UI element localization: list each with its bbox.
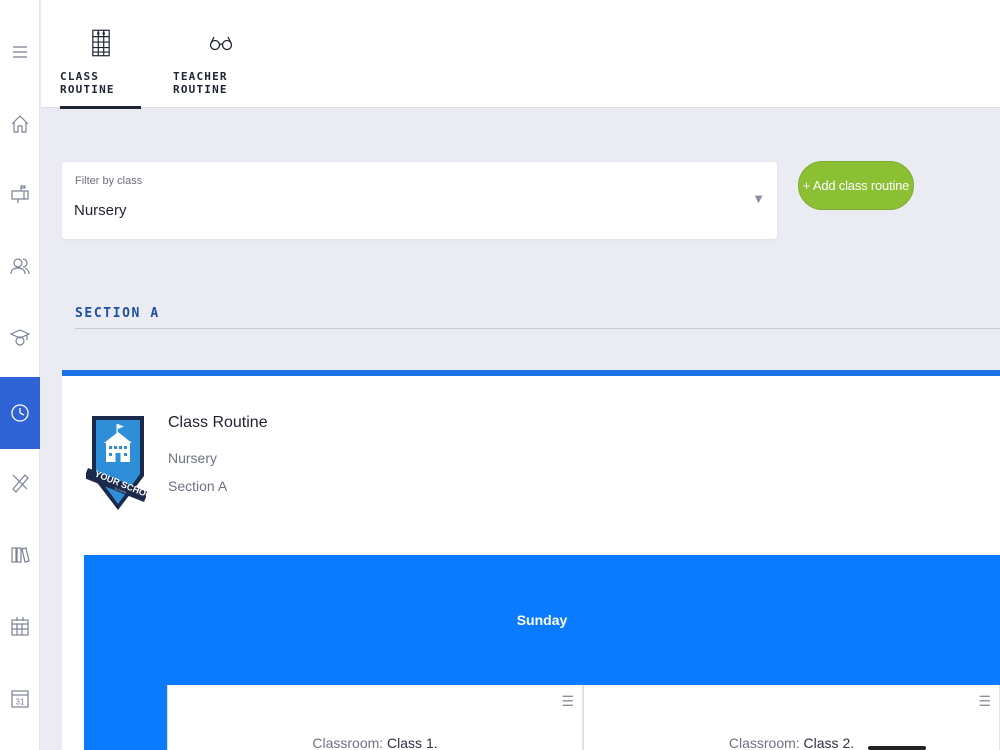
filter-value: Nursery bbox=[74, 202, 127, 219]
routine-card: YOUR SCHOOL SLOGAN Class Routine Nursery… bbox=[62, 370, 1000, 750]
slot-classroom: Classroom: Class 1. bbox=[168, 735, 582, 750]
day-label: Sunday bbox=[516, 612, 568, 628]
day-header: Sunday bbox=[84, 555, 1000, 685]
tab-label: CLASS ROUTINE bbox=[60, 70, 115, 96]
sidebar-item-home[interactable] bbox=[0, 102, 40, 146]
glasses-icon bbox=[208, 26, 234, 60]
slot-menu-icon[interactable]: ☰ bbox=[561, 693, 574, 710]
tab-teacher-routine[interactable]: TEACHER ROUTINE bbox=[173, 0, 268, 108]
classroom-label: Classroom: bbox=[728, 735, 800, 750]
sidebar-item-exams[interactable] bbox=[0, 460, 40, 504]
routine-slot: ☰ Classroom: Class 1. bbox=[167, 685, 583, 750]
routine-title: Class Routine bbox=[168, 414, 268, 431]
sidebar-item-attendance[interactable] bbox=[0, 604, 40, 648]
sidebar-item-calendar[interactable]: 31 bbox=[0, 676, 40, 720]
clock-icon bbox=[11, 404, 29, 422]
routine-slot: ☰ Classroom: Class 2. bbox=[583, 685, 1000, 750]
caret-down-icon: ▼ bbox=[752, 191, 765, 206]
calendar-day-number: 31 bbox=[16, 698, 25, 707]
sidebar-item-users[interactable] bbox=[0, 244, 40, 288]
add-class-routine-button[interactable]: + Add class routine bbox=[798, 161, 914, 210]
calendar-grid-icon bbox=[11, 617, 29, 636]
slot-classroom: Classroom: Class 2. bbox=[584, 735, 999, 750]
section-title: SECTION A bbox=[75, 306, 160, 321]
sidebar-item-routine[interactable] bbox=[0, 377, 40, 449]
classroom-label: Classroom: bbox=[312, 735, 384, 750]
slot-menu-icon[interactable]: ☰ bbox=[978, 693, 991, 710]
sidebar-item-library[interactable] bbox=[0, 532, 40, 576]
menu-toggle-button[interactable] bbox=[0, 30, 40, 74]
classroom-value: Class 1. bbox=[387, 735, 438, 750]
users-icon bbox=[10, 258, 30, 275]
row-gutter bbox=[84, 685, 167, 750]
mailbox-icon bbox=[11, 185, 29, 203]
class-filter-select[interactable]: Filter by class Nursery ▼ bbox=[62, 162, 777, 239]
school-logo: YOUR SCHOOL SLOGAN bbox=[86, 416, 150, 510]
home-icon bbox=[11, 115, 29, 133]
section-divider bbox=[75, 328, 1000, 329]
books-icon bbox=[11, 547, 30, 563]
routine-section: Section A bbox=[168, 478, 228, 494]
scroll-indicator bbox=[868, 746, 926, 750]
routine-class: Nursery bbox=[168, 450, 218, 466]
tab-class-routine[interactable]: CLASS ROUTINE bbox=[60, 0, 141, 109]
top-tab-bar: CLASS ROUTINE TEACHER ROUTINE bbox=[41, 0, 1000, 109]
sidebar: 31 bbox=[0, 0, 40, 750]
pencil-ruler-icon bbox=[12, 474, 29, 493]
hamburger-icon bbox=[13, 46, 27, 58]
sidebar-item-students[interactable] bbox=[0, 316, 40, 360]
graduate-icon bbox=[9, 329, 31, 346]
tab-label: TEACHER ROUTINE bbox=[173, 70, 228, 96]
filter-label: Filter by class bbox=[75, 175, 143, 187]
sidebar-item-mail[interactable] bbox=[0, 172, 40, 216]
classroom-value: Class 2. bbox=[803, 735, 855, 750]
abacus-icon bbox=[88, 26, 114, 60]
calendar-31-icon: 31 bbox=[11, 690, 29, 708]
